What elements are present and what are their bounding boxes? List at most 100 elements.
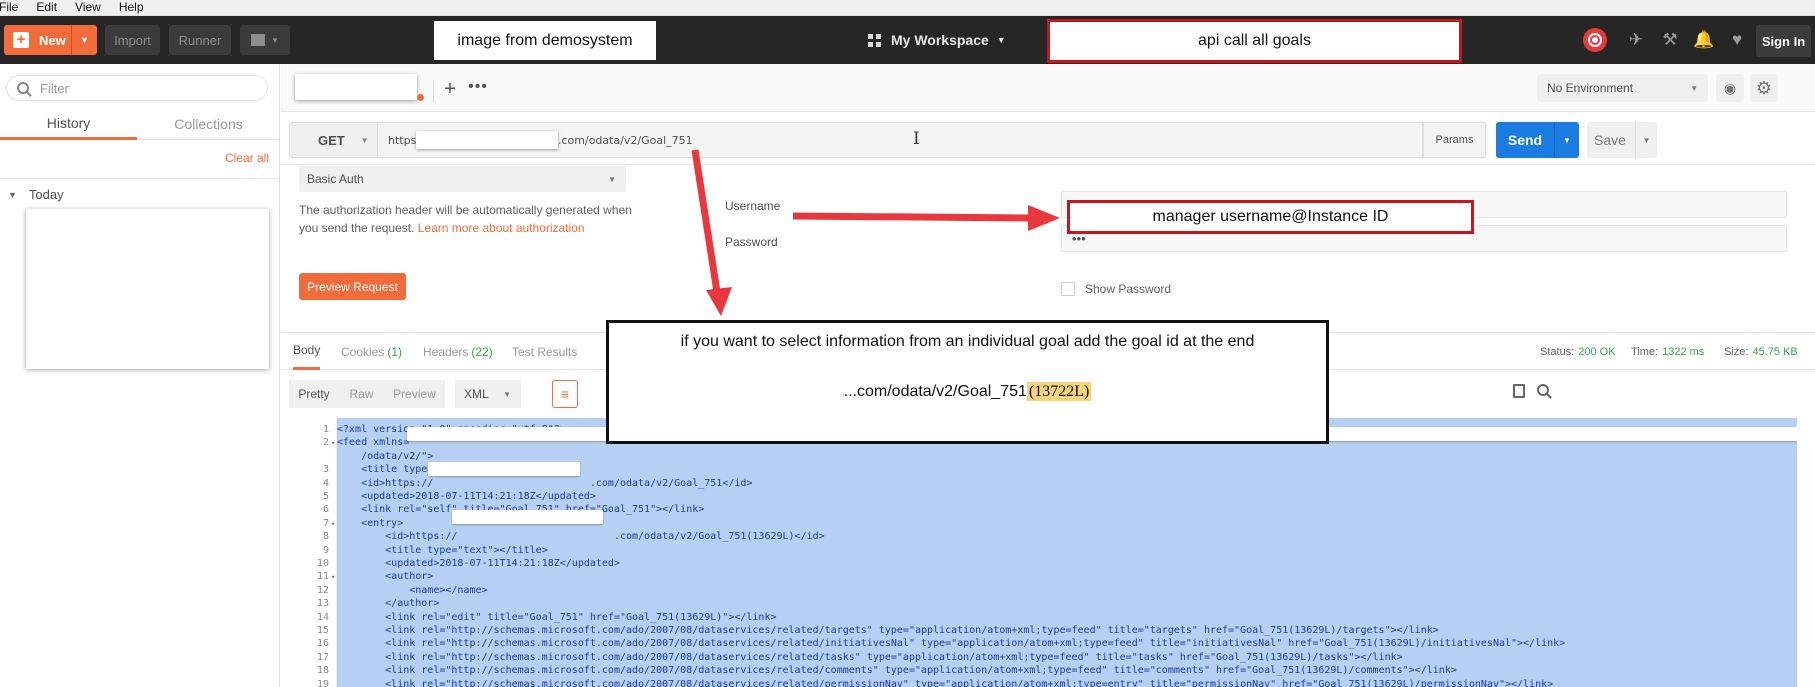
- show-password-toggle[interactable]: Show Password: [1061, 282, 1171, 296]
- new-button[interactable]: + New ▼: [4, 25, 97, 55]
- wrap-lines-icon[interactable]: ≡: [552, 380, 578, 408]
- sign-in-button[interactable]: Sign In: [1756, 25, 1811, 57]
- response-body-editor[interactable]: 1<?xml version="1.0" encoding="utf-8"?>2…: [289, 418, 1797, 687]
- status-value: 200 OK: [1578, 346, 1616, 358]
- line-number: 4: [322, 477, 329, 489]
- runner-button[interactable]: Runner: [169, 25, 231, 55]
- tab-body[interactable]: Body: [293, 333, 321, 370]
- menu-file[interactable]: File: [0, 0, 20, 15]
- fold-toggle-icon[interactable]: ▾: [331, 571, 335, 583]
- method-select[interactable]: GET ▼: [289, 122, 378, 158]
- environment-select[interactable]: No Environment ▼: [1537, 74, 1708, 102]
- code-text: <link rel="http://schemas.microsoft.com/…: [337, 665, 1457, 677]
- code-text: <link rel="http://schemas.microsoft.com/…: [337, 625, 1439, 636]
- sync-icon[interactable]: [1580, 16, 1610, 64]
- line-number: 3: [322, 464, 329, 476]
- chevron-down-icon[interactable]: ▼: [1554, 122, 1579, 158]
- menu-help[interactable]: Help: [117, 0, 146, 15]
- wrench-icon[interactable]: ⚒: [1656, 16, 1684, 64]
- line-number: 12: [316, 584, 329, 596]
- line-number: 9: [322, 544, 329, 556]
- chevron-down-icon[interactable]: ▼: [1635, 122, 1657, 158]
- line-number: 10: [316, 558, 329, 569]
- search-icon: [17, 82, 29, 94]
- code-text: <link rel="http://schemas.microsoft.com/…: [337, 638, 1566, 650]
- environment-label: No Environment: [1547, 81, 1634, 95]
- auth-description: The authorization header will be automat…: [299, 201, 649, 237]
- window-menubar: File Edit View Help: [0, 0, 1815, 16]
- goal-hint-line-2: ...com/odata/v2/Goal_751 (13722L): [609, 382, 1326, 401]
- menu-view[interactable]: View: [73, 0, 103, 15]
- code-text: /odata/v2/">: [337, 450, 434, 462]
- eye-icon[interactable]: ◉: [1716, 74, 1744, 102]
- tab-headers-label: Headers: [423, 345, 469, 359]
- satellite-icon[interactable]: ✈: [1622, 16, 1650, 64]
- bell-icon[interactable]: 🔔: [1690, 16, 1718, 64]
- fold-toggle-icon[interactable]: ▾: [331, 437, 335, 449]
- save-button[interactable]: Save ▼: [1587, 122, 1657, 158]
- workspace-switcher[interactable]: My Workspace ▼: [868, 16, 1006, 64]
- filter-input[interactable]: Filter: [6, 75, 268, 101]
- params-button[interactable]: Params: [1423, 122, 1486, 158]
- tab-cookies[interactable]: Cookies (1): [341, 333, 402, 371]
- code-text: <updated>2018-07-11T14:21:18Z</updated>: [337, 558, 620, 569]
- code-text: <link rel="edit" title="Goal_751" href="…: [337, 611, 777, 623]
- sidebar: Filter History Collections Clear all ▼ T…: [0, 64, 280, 687]
- preview-request-button[interactable]: Preview Request: [299, 273, 406, 300]
- time-label: Time:: [1631, 346, 1659, 358]
- import-button[interactable]: Import: [105, 25, 160, 55]
- window-add-icon: [251, 34, 266, 46]
- gear-icon[interactable]: ⚙: [1750, 74, 1778, 102]
- redacted-host: [416, 131, 558, 149]
- line-number: 13: [316, 598, 329, 610]
- goal-hint-line-1: if you want to select information from a…: [680, 333, 1255, 350]
- chevron-down-icon[interactable]: ▼: [71, 25, 97, 55]
- search-icon[interactable]: [1537, 384, 1549, 396]
- code-text: <entry>: [337, 517, 404, 529]
- line-number: 1: [322, 424, 329, 435]
- tab-collections[interactable]: Collections: [137, 108, 280, 140]
- copy-icon[interactable]: [1513, 384, 1525, 398]
- menu-edit[interactable]: Edit: [34, 0, 59, 15]
- view-preview-button[interactable]: Preview: [384, 380, 445, 408]
- redacted-host: [428, 462, 580, 476]
- send-button[interactable]: Send ▼: [1496, 122, 1579, 158]
- heart-icon[interactable]: ♥: [1723, 16, 1751, 64]
- code-text: <updated>2018-07-11T14:21:18Z</updated>: [337, 491, 596, 502]
- new-window-button[interactable]: ▼: [240, 25, 290, 55]
- code-text: <id>https:// .com/odata/v2/Goal_751</id>: [337, 477, 753, 489]
- line-number: 19: [316, 678, 329, 687]
- request-tab[interactable]: [295, 74, 417, 100]
- learn-more-link[interactable]: Learn more about authorization: [418, 221, 585, 235]
- view-raw-button[interactable]: Raw: [339, 380, 384, 408]
- goal-hint-id: (13722L): [1026, 382, 1092, 401]
- tab-headers[interactable]: Headers (22): [423, 333, 493, 371]
- url-bar: GET ▼ https:/ .com/odata/v2/Goal_751 I P…: [289, 122, 1815, 158]
- grid-icon: [868, 33, 881, 47]
- history-group-label: Today: [28, 187, 64, 202]
- clear-all-link[interactable]: Clear all: [225, 151, 269, 165]
- status-readout: Status: 200 OK: [1540, 333, 1616, 371]
- code-text: <author>: [337, 571, 434, 583]
- auth-type-select[interactable]: Basic Auth ▼: [299, 166, 626, 192]
- line-number: 18: [316, 665, 329, 677]
- history-group-today[interactable]: ▼ Today: [0, 178, 280, 210]
- workspace-label: My Workspace: [891, 32, 989, 48]
- format-select[interactable]: XML ▼: [455, 380, 521, 408]
- tab-test-results[interactable]: Test Results: [512, 333, 577, 371]
- goal-hint-url: ...com/odata/v2/Goal_751: [843, 383, 1027, 400]
- checkbox[interactable]: [1061, 282, 1075, 296]
- redacted-history-list: [26, 209, 269, 369]
- fold-toggle-icon[interactable]: ▾: [331, 518, 335, 530]
- chevron-down-icon: ▼: [271, 35, 279, 45]
- url-suffix: .com/odata/v2/Goal_751: [558, 133, 693, 147]
- authorization-panel: Basic Auth ▼ The authorization header wi…: [281, 164, 1815, 332]
- add-tab-icon[interactable]: +: [442, 77, 458, 101]
- format-label: XML: [464, 387, 489, 401]
- more-icon[interactable]: •••: [467, 77, 489, 101]
- view-pretty-button[interactable]: Pretty: [289, 380, 339, 408]
- code-text: <name></name>: [337, 584, 488, 596]
- code-text: <title type="text"></title>: [337, 544, 548, 556]
- chevron-down-icon: ▼: [8, 189, 17, 200]
- tab-history[interactable]: History: [0, 108, 137, 140]
